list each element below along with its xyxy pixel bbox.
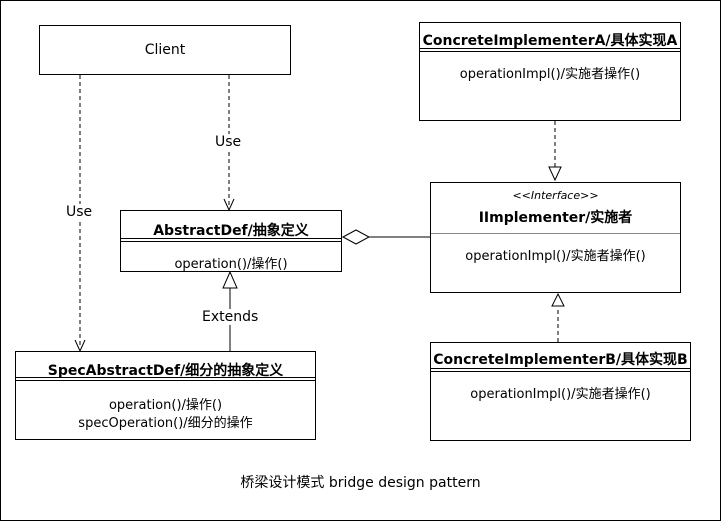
iimplementer-interface-name: IImplementer/实施者 [478, 210, 633, 226]
concreteimplementer-a-method: operationImpl()/实施者操作() [459, 67, 641, 82]
specabstractdef-method-specoperation: specOperation()/细分的操作 [78, 416, 253, 431]
abstractdef-method: operation()/操作() [174, 257, 288, 272]
iimplementer-method: operationImpl()/实施者操作() [465, 249, 646, 264]
concreteimplementer-a-class[interactable]: ConcreteImplementerA/具体实现A operationImpl… [419, 22, 681, 121]
interface-stereotype: <<Interface>> [512, 189, 599, 202]
extends-label: Extends [200, 309, 261, 325]
specabstractdef-divider-2 [16, 380, 315, 381]
concreteimplementer-b-method: operationImpl()/实施者操作() [470, 387, 651, 402]
iimplementer-divider [431, 233, 680, 234]
concreteimplementer-b-class[interactable]: ConcreteImplementerB/具体实现B operationImpl… [430, 342, 691, 441]
aggregation-diamond [341, 229, 371, 245]
concreteimplementer-b-divider [431, 368, 690, 369]
concreteimplementer-a-divider [420, 48, 680, 49]
concreteimplementer-a-divider-2 [420, 51, 680, 52]
iimplementer-interface[interactable]: <<Interface>> IImplementer/实施者 operation… [430, 182, 681, 293]
use-label-abstractdef: Use [213, 134, 244, 150]
client-class-name: Client [144, 42, 186, 58]
concreteimplementer-b-divider-2 [431, 371, 690, 372]
specabstractdef-divider [16, 377, 315, 378]
use-label-specabstractdef: Use [64, 204, 95, 220]
extends-arrowhead [222, 270, 238, 289]
abstractdef-divider-2 [121, 241, 341, 242]
concreteimplementer-a-name: ConcreteImplementerA/具体实现A [422, 33, 678, 49]
realize-arrowhead-b [551, 292, 565, 307]
client-class[interactable]: Client [39, 25, 291, 75]
realize-arrowhead-a [548, 166, 562, 182]
concreteimplementer-b-name: ConcreteImplementerB/具体实现B [433, 352, 688, 368]
abstractdef-class-name: AbstractDef/抽象定义 [153, 223, 309, 239]
abstractdef-divider [121, 238, 341, 239]
abstractdef-class[interactable]: AbstractDef/抽象定义 operation()/操作() [120, 210, 342, 272]
specabstractdef-class[interactable]: SpecAbstractDef/细分的抽象定义 operation()/操作()… [15, 351, 316, 440]
diagram-caption: 桥梁设计模式 bridge design pattern [240, 475, 481, 491]
specabstractdef-method-operation: operation()/操作() [108, 398, 223, 413]
